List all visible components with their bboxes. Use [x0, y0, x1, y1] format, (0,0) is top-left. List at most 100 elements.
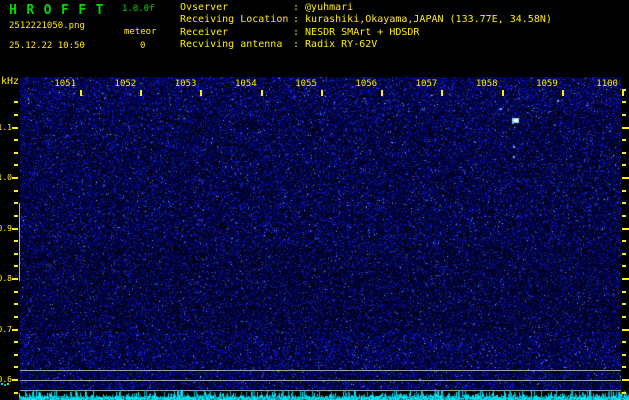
freq-tick-right [622, 379, 629, 381]
freq-tick-right [622, 214, 626, 217]
freq-tick-left [14, 290, 18, 293]
time-tick [320, 90, 323, 96]
time-label: 1055 [295, 79, 317, 89]
freq-tick-left [14, 315, 18, 318]
freq-tick-right [622, 366, 626, 369]
freq-tick-right [622, 113, 626, 116]
freq-tick-right [622, 391, 626, 394]
freq-tick-left [14, 139, 18, 142]
time-label: 1100 [596, 79, 618, 89]
freq-tick-left [14, 353, 18, 356]
freq-tick-right [622, 278, 629, 280]
time-label: 1058 [475, 79, 498, 89]
freq-tick-right [622, 126, 629, 129]
observation-datetime: 25.12.22 10:50 [9, 41, 85, 51]
freq-tick-right [622, 341, 626, 344]
freq-tick-left [14, 151, 18, 154]
freq-tick-right [622, 252, 626, 255]
output-filename: 2512221050.png [9, 21, 85, 31]
time-tick [200, 90, 203, 96]
freq-tick-left [14, 252, 18, 255]
info-label: Ovserver [180, 2, 229, 13]
freq-tick-left [12, 227, 18, 230]
freq-tick-right [622, 189, 626, 192]
freq-tick-left [14, 214, 18, 217]
time-tick [140, 90, 143, 96]
info-row: Receiver : NESDR SMArt + HDSDR [180, 27, 552, 39]
freq-tick-left [14, 303, 18, 306]
time-tick [561, 90, 564, 96]
freq-label: 0.9 [0, 223, 12, 233]
freq-tick-left [12, 278, 18, 280]
freq-tick-right [622, 290, 626, 293]
info-label: Recviving antenna [180, 39, 283, 51]
freq-tick-left [14, 265, 18, 268]
freq-tick-left [14, 240, 18, 243]
freq-tick-left [14, 189, 18, 192]
freq-tick-left [14, 366, 18, 369]
freq-label: 1.1 [0, 122, 12, 132]
app-version: 1.0.0f [122, 4, 155, 14]
freq-tick-right [622, 303, 626, 306]
time-label: 1057 [415, 79, 438, 89]
freq-tick-right [622, 151, 626, 154]
freq-tick-right [622, 164, 626, 167]
meteor-count-value: 0 [140, 41, 146, 51]
time-label: 1059 [536, 79, 558, 89]
freq-tick-right [622, 139, 626, 142]
info-row: Receiving Location : kurashiki,Okayama,JA… [180, 14, 552, 26]
info-value: : kurashiki,Okayama,JAPAN (133.77E, 34.5… [293, 14, 552, 26]
freq-tick-right [622, 315, 626, 318]
info-value: : NESDR SMArt + HDSDR [293, 26, 420, 38]
time-tick [260, 90, 263, 96]
info-value: : Radix RY-62V [293, 39, 378, 51]
freq-tick-right [622, 177, 629, 179]
time-label: 1054 [234, 79, 257, 89]
time-tick [621, 90, 624, 96]
freq-tick-left [12, 177, 18, 179]
station-info-block: Ovserver : @yuhmari Receiving Location : ku… [180, 2, 552, 52]
reference-line-upper [20, 370, 621, 371]
freq-tick-right [622, 240, 626, 243]
freq-tick-right [622, 265, 626, 268]
freq-tick-right [622, 328, 629, 331]
freq-tick-left [14, 341, 18, 344]
freq-tick-right [622, 88, 626, 91]
freq-tick-right [622, 202, 626, 205]
freq-tick-left [14, 113, 18, 116]
freq-tick-left [14, 164, 18, 167]
level-scale-bar [19, 203, 20, 281]
reference-line-center [20, 380, 621, 381]
freq-tick-left [14, 101, 18, 104]
freq-axis-unit: kHz [1, 76, 20, 87]
spectrogram-canvas [20, 77, 621, 392]
time-tick [441, 90, 444, 96]
info-label: Receiver [180, 26, 229, 38]
time-label: 1051 [54, 79, 76, 89]
time-tick [381, 90, 384, 96]
hrofft-screen: HROFFT 1.0.0f 2512221050.png meteor 25.1… [0, 0, 629, 400]
freq-tick-right [622, 227, 629, 230]
freq-tick-right [622, 353, 626, 356]
freq-tick-left [12, 328, 18, 331]
freq-label: 0.8 [0, 274, 12, 283]
info-value: : @yuhmari [293, 2, 354, 13]
time-label: 1052 [114, 79, 137, 89]
freq-tick-left [12, 126, 18, 129]
meteor-count-label: meteor [124, 27, 157, 37]
time-label: 1056 [355, 79, 378, 89]
time-label: 1053 [174, 79, 197, 89]
time-tick [80, 90, 82, 96]
info-label: Receiving Location [180, 14, 289, 26]
time-tick [501, 90, 504, 96]
corner-marker-dots [1, 383, 3, 385]
freq-label: 1.0 [0, 173, 12, 182]
info-row: Recviving antenna : Radix RY-62V [180, 39, 552, 51]
freq-tick-left [12, 379, 18, 381]
freq-tick-left [14, 391, 18, 394]
freq-label: 0.7 [0, 324, 12, 334]
info-row: Ovserver : @yuhmari [180, 2, 552, 14]
signal-level-waveform [19, 384, 629, 400]
freq-tick-right [622, 101, 626, 104]
freq-tick-left [14, 202, 18, 205]
